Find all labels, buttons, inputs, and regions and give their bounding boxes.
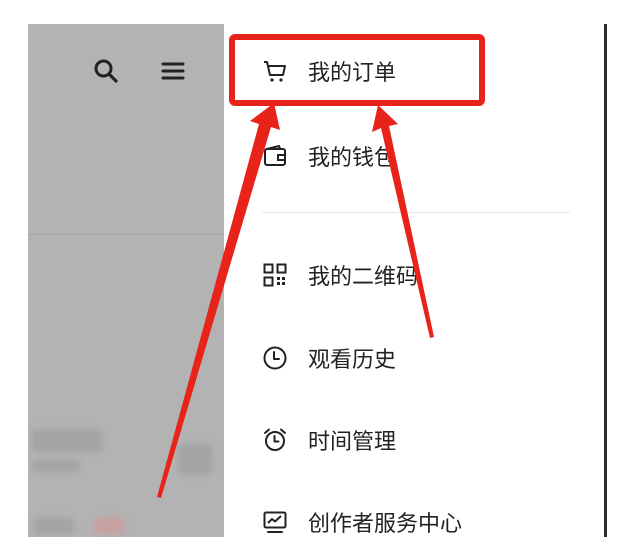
menu-item-watch-history[interactable]: 观看历史 [262,340,396,376]
menu-item-creator-service-center[interactable]: 创作者服务中心 [262,504,462,540]
clock-icon [262,345,288,371]
menu-item-label: 时间管理 [308,430,397,455]
search-icon[interactable] [91,56,121,86]
blurred-background-text [34,518,74,534]
background-divider [28,234,224,235]
blurred-background-badge [94,518,124,534]
alarm-clock-icon [262,427,288,453]
highlight-box [229,34,485,106]
qr-code-icon [262,262,288,288]
menu-item-label: 我的钱包 [308,146,397,171]
menu-icon[interactable] [159,56,189,86]
menu-item-my-wallet[interactable]: 我的钱包 [262,138,396,174]
screen-edge [604,24,607,537]
menu-item-label: 创作者服务中心 [308,512,463,537]
chart-monitor-icon [262,509,288,535]
dimmed-background-overlay[interactable] [28,24,224,537]
menu-item-time-management[interactable]: 时间管理 [262,422,396,458]
blurred-background-text [32,430,102,452]
menu-item-my-qr-code[interactable]: 我的二维码 [262,257,418,293]
blurred-background-thumbnail [178,444,212,474]
menu-item-label: 观看历史 [308,348,397,373]
blurred-background-text [32,460,80,472]
menu-item-label: 我的二维码 [308,265,419,290]
drawer-divider [262,212,570,213]
wallet-icon [262,143,288,169]
